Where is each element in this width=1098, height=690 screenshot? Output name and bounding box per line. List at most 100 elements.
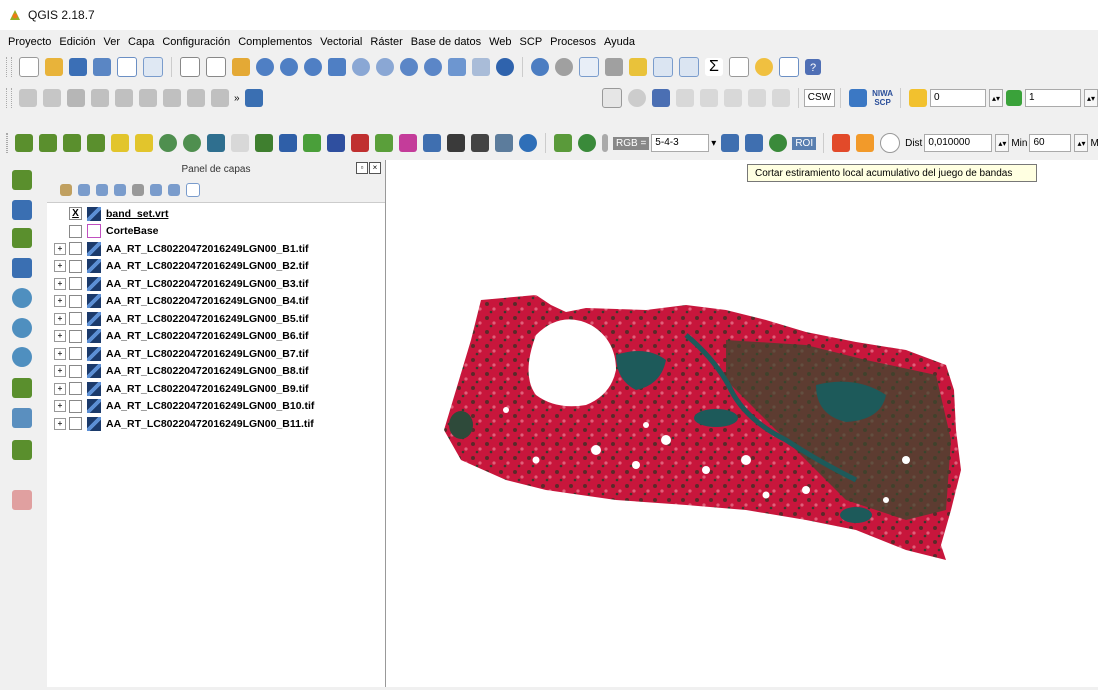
help-icon[interactable]: ?	[805, 59, 821, 75]
select-arrow-icon[interactable]	[180, 57, 200, 77]
toggle-editing-icon[interactable]	[43, 89, 61, 107]
expand-toggle-icon[interactable]: +	[54, 382, 66, 395]
menu-scp[interactable]: SCP	[516, 36, 547, 48]
pin-labels-icon[interactable]	[675, 89, 694, 107]
layer-item[interactable]: + AA_RT_LC80220472016249LGN00_B7.tif	[47, 345, 385, 363]
band-set-icon[interactable]	[255, 134, 273, 152]
add-spatialite-layer-icon[interactable]	[12, 258, 32, 278]
select-features-icon[interactable]	[579, 57, 599, 77]
move-label-icon[interactable]	[723, 89, 742, 107]
add-spatialite-icon[interactable]	[111, 134, 129, 152]
local-cumulative-stretch-icon[interactable]	[721, 134, 740, 152]
zoom-slider-icon[interactable]	[909, 89, 927, 107]
zoom-value-field[interactable]: 0	[930, 89, 986, 107]
add-raster-layer-icon[interactable]	[12, 200, 32, 220]
menu-raster[interactable]: Ráster	[366, 36, 406, 48]
add-group-icon[interactable]	[78, 184, 90, 196]
rgb-dropdown-icon[interactable]: ▾	[711, 138, 716, 149]
zoom-last-icon[interactable]	[400, 58, 418, 76]
band-calc-icon[interactable]	[351, 134, 369, 152]
band-spinner[interactable]: ▴▾	[1084, 89, 1098, 107]
layer-item[interactable]: Xband_set.vrt	[47, 205, 385, 223]
save-as-icon[interactable]	[93, 58, 111, 76]
new-print-composer-icon[interactable]	[117, 57, 137, 77]
expand-toggle-icon[interactable]: +	[54, 312, 66, 325]
collapse-all-icon[interactable]	[168, 184, 180, 196]
change-label-icon[interactable]	[771, 89, 790, 107]
layer-visibility-checkbox[interactable]	[69, 347, 82, 361]
label-highlight-icon[interactable]	[651, 89, 670, 107]
band-value-field[interactable]: 1	[1025, 89, 1081, 107]
zoom-to-layer-icon[interactable]	[376, 58, 394, 76]
cut-features-icon[interactable]	[187, 89, 205, 107]
show-hide-image-icon[interactable]	[602, 134, 608, 152]
label-icon[interactable]	[601, 88, 622, 108]
layer-visibility-checkbox[interactable]	[69, 329, 82, 343]
filter-expression-icon[interactable]	[132, 184, 144, 196]
menu-complementos[interactable]: Complementos	[234, 36, 316, 48]
zoom-full-icon[interactable]	[328, 58, 346, 76]
expand-toggle-icon[interactable]: +	[54, 400, 66, 413]
refresh-icon[interactable]	[496, 58, 514, 76]
layer-item[interactable]: CorteBase	[47, 223, 385, 241]
add-wms-layer-icon[interactable]	[12, 288, 32, 308]
add-wfs-layer-icon[interactable]	[12, 347, 32, 367]
field-calculator-icon[interactable]	[679, 57, 699, 77]
map-tips-icon[interactable]	[755, 58, 773, 76]
add-vector-icon[interactable]	[39, 134, 57, 152]
close-panel-icon[interactable]: ×	[369, 162, 381, 174]
layer-item[interactable]: + AA_RT_LC80220472016249LGN00_B1.tif	[47, 240, 385, 258]
save-edits-icon[interactable]	[67, 89, 85, 107]
menu-capa[interactable]: Capa	[124, 36, 158, 48]
batch-icon[interactable]	[495, 134, 513, 152]
manage-visibility-icon[interactable]	[96, 184, 108, 196]
roi-toggle[interactable]: ROI	[792, 136, 817, 150]
composer-manager-icon[interactable]	[143, 57, 163, 77]
zoom-next-icon[interactable]	[424, 58, 442, 76]
download-icon[interactable]	[279, 134, 297, 152]
spectral-plot-icon[interactable]	[375, 134, 393, 152]
more-chevron-icon[interactable]: »	[234, 93, 240, 104]
copy-features-icon[interactable]	[211, 89, 229, 107]
layer-visibility-checkbox[interactable]	[69, 382, 82, 396]
action-icon[interactable]	[555, 58, 573, 76]
zoom-in-icon[interactable]	[256, 58, 274, 76]
expand-toggle-icon[interactable]: +	[54, 365, 66, 378]
python-icon[interactable]	[849, 89, 868, 107]
add-wcs-icon[interactable]	[159, 134, 177, 152]
add-postgis-icon[interactable]	[87, 134, 105, 152]
menu-procesos[interactable]: Procesos	[546, 36, 600, 48]
zoom-to-image-icon[interactable]	[578, 134, 596, 152]
remove-layer-icon[interactable]	[186, 183, 200, 197]
layer-visibility-checkbox[interactable]	[69, 294, 82, 308]
menu-ver[interactable]: Ver	[100, 36, 125, 48]
zoom-to-roi-icon[interactable]	[769, 134, 788, 152]
expand-toggle-icon[interactable]: +	[54, 242, 66, 255]
expand-toggle-icon[interactable]: +	[54, 295, 66, 308]
settings-tools-icon[interactable]	[471, 134, 489, 152]
select-by-value-icon[interactable]	[605, 58, 623, 76]
add-delimited-text-layer-icon[interactable]	[12, 228, 32, 248]
layer-item[interactable]: + AA_RT_LC80220472016249LGN00_B5.tif	[47, 310, 385, 328]
menu-vectorial[interactable]: Vectorial	[316, 36, 366, 48]
expand-toggle-icon[interactable]: +	[54, 347, 66, 360]
menu-proyecto[interactable]: Proyecto	[0, 36, 55, 48]
layer-labeling-icon[interactable]	[627, 89, 646, 107]
virtual-layer-icon[interactable]	[231, 134, 249, 152]
scp-settings-icon[interactable]	[519, 134, 537, 152]
bookmarks-icon[interactable]	[472, 58, 490, 76]
min-field[interactable]: 60	[1029, 134, 1072, 152]
plugin-icon[interactable]	[244, 89, 263, 107]
layer-item[interactable]: + AA_RT_LC80220472016249LGN00_B9.tif	[47, 380, 385, 398]
layer-visibility-checkbox[interactable]	[69, 224, 82, 238]
zoom-spinner[interactable]: ▴▾	[989, 89, 1003, 107]
dist-field[interactable]: 0,010000	[924, 134, 993, 152]
layer-visibility-checkbox[interactable]	[69, 364, 82, 378]
toolbar-grip[interactable]	[6, 57, 12, 77]
std-dev-stretch-icon[interactable]	[745, 134, 764, 152]
filter-legend-icon[interactable]	[114, 184, 126, 196]
layer-styling-icon[interactable]	[60, 184, 72, 196]
csw-icon[interactable]: CSW	[803, 89, 836, 107]
layer-item[interactable]: + AA_RT_LC80220472016249LGN00_B10.tif	[47, 398, 385, 416]
layer-visibility-checkbox[interactable]	[69, 242, 82, 256]
